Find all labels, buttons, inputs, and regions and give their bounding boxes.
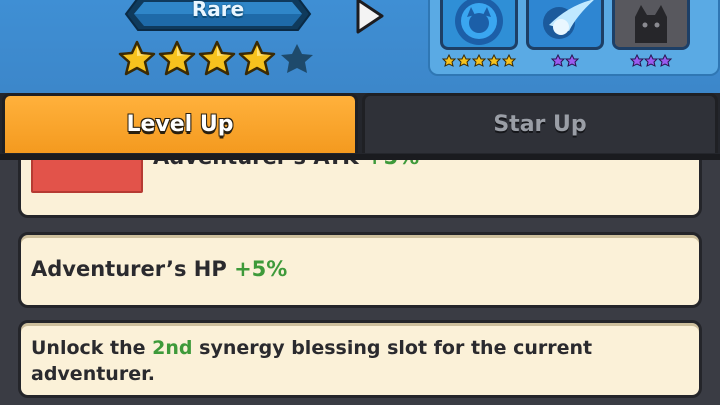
- star-filled-icon: [198, 40, 236, 76]
- skill-slot[interactable]: [612, 0, 690, 67]
- skill-slot[interactable]: [440, 0, 518, 67]
- comet-skill-icon: [543, 0, 594, 39]
- tab-bar: Level Up Star Up: [0, 93, 720, 157]
- bonus-card-hp: Adventurer’s HP +5%: [18, 232, 702, 308]
- bonus-value: +5%: [234, 257, 288, 281]
- bonus-text: Adventurer's ATK +5%: [153, 160, 419, 169]
- bonus-card-atk: Adventurer's ATK +5%: [18, 160, 702, 218]
- skill-star-row: [526, 54, 604, 68]
- skill-panel: [428, 0, 720, 76]
- bonus-label: Adventurer’s HP: [31, 257, 227, 281]
- synergy-prefix: Unlock the: [31, 337, 153, 359]
- star-filled-icon: [118, 40, 156, 76]
- bonus-label: Adventurer's ATK: [153, 160, 359, 169]
- rarity-badge: Rare: [124, 0, 312, 34]
- tab-level-up[interactable]: Level Up: [2, 93, 358, 153]
- shadow-cat-skill-icon: [615, 0, 687, 47]
- skill-slot[interactable]: [526, 0, 604, 67]
- chevron-right-icon: [356, 0, 384, 34]
- next-arrow-button[interactable]: [352, 0, 388, 36]
- blue-cat-skill-icon: [455, 0, 503, 45]
- rarity-label: Rare: [191, 0, 245, 21]
- bonus-text: Adventurer’s HP +5%: [31, 257, 287, 281]
- bonus-text: Unlock the 2nd synergy blessing slot for…: [31, 335, 691, 387]
- skill-star-row: [440, 54, 518, 68]
- star-filled-icon: [158, 40, 196, 76]
- star-empty-icon: [278, 40, 316, 76]
- skill-star-row: [612, 54, 690, 68]
- bonus-value: +5%: [366, 160, 419, 169]
- synergy-highlight: 2nd: [152, 337, 193, 359]
- tab-star-up[interactable]: Star Up: [362, 93, 718, 153]
- hero-header: Rare: [0, 0, 720, 100]
- bonus-icon: [31, 160, 143, 193]
- star-filled-icon: [238, 40, 276, 76]
- bonus-list[interactable]: Adventurer's ATK +5% Adventurer’s HP +5%…: [0, 160, 720, 405]
- hero-star-rating: [118, 40, 316, 76]
- bonus-card-synergy: Unlock the 2nd synergy blessing slot for…: [18, 320, 702, 398]
